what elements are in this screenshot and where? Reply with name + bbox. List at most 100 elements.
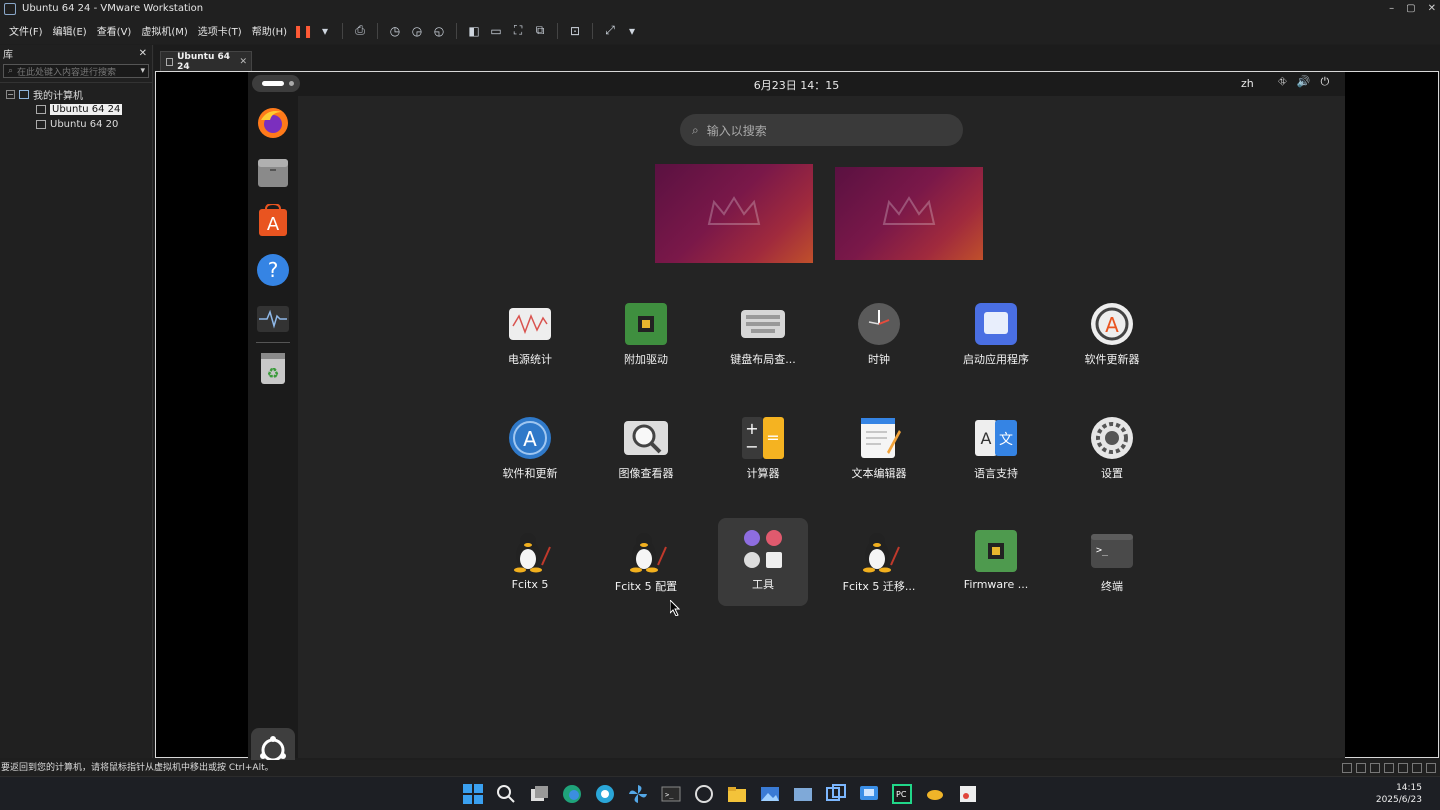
files-icon[interactable] <box>256 155 290 189</box>
snapshot-manager-icon[interactable]: ◵ <box>430 22 448 40</box>
windows-start-icon[interactable] <box>462 783 484 805</box>
snipping-tool-icon[interactable] <box>957 783 979 805</box>
menu-tabs[interactable]: 选项卡(T) <box>193 23 247 38</box>
unity-icon[interactable]: ⧉ <box>531 22 549 40</box>
app-language-support[interactable]: A文 语言支持 <box>951 407 1041 495</box>
taskbar-clock[interactable]: 14:15 2025/6/23 <box>1376 782 1422 806</box>
tab-ubuntu-64-24[interactable]: Ubuntu 64 24 ✕ <box>160 51 252 72</box>
system-monitor-icon[interactable] <box>256 302 290 336</box>
app-settings[interactable]: 设置 <box>1067 407 1157 495</box>
stretch-guest-icon[interactable]: ⤢ <box>601 22 619 40</box>
menu-vm[interactable]: 虚拟机(M) <box>136 23 192 38</box>
menu-help[interactable]: 帮助(H) <box>247 23 292 38</box>
vm-icon <box>36 105 46 114</box>
toolbar-divider <box>377 22 379 39</box>
system-tray[interactable]: ⛗ 🔊 ⏻ <box>1278 75 1329 89</box>
tab-label: Ubuntu 64 24 <box>177 52 231 72</box>
dock-separator <box>256 342 290 343</box>
collapse-icon[interactable]: − <box>6 90 15 99</box>
folder-icon[interactable] <box>792 783 814 805</box>
library-search-input[interactable]: ⌕ 在此处键入内容进行搜索 ▾ <box>3 64 149 78</box>
maximize-button[interactable]: ▢ <box>1406 0 1415 17</box>
chevron-down-icon[interactable]: ▾ <box>316 22 334 40</box>
app-terminal[interactable]: >_ 终端 <box>1067 520 1157 608</box>
date-time[interactable]: 6月23日 14：15 <box>248 77 1345 93</box>
trash-icon[interactable]: ♻ <box>256 351 290 385</box>
library-close-button[interactable]: ✕ <box>139 48 147 59</box>
app-label: 图像查看器 <box>618 467 674 480</box>
workspace-thumbnail[interactable] <box>655 164 813 263</box>
revert-snapshot-icon[interactable]: ◶ <box>408 22 426 40</box>
console-view-icon[interactable]: ⊡ <box>566 22 584 40</box>
app-image-viewer[interactable]: 图像查看器 <box>601 407 691 495</box>
network-icon: ⛗ <box>1278 75 1287 88</box>
bird-app-icon[interactable] <box>924 783 946 805</box>
window-titlebar: Ubuntu 64 24 - VMware Workstation – ▢ ✕ <box>0 0 1440 17</box>
app-folder-tools[interactable]: 工具 <box>718 518 808 606</box>
show-library-icon[interactable]: ◧ <box>465 22 483 40</box>
app-clock[interactable]: 时钟 <box>834 293 924 381</box>
app-search-input[interactable]: ⌕ 输入以搜索 <box>680 114 963 146</box>
app-fcitx5[interactable]: Fcitx 5 <box>485 520 575 608</box>
printer-icon[interactable] <box>1412 763 1422 773</box>
send-ctrl-alt-del-icon[interactable]: ⎙ <box>351 22 369 40</box>
app-firmware-updater[interactable]: Firmware ... <box>951 520 1041 608</box>
app-fcitx5-migrator[interactable]: Fcitx 5 迁移... <box>834 520 924 608</box>
firmware-chip-icon <box>975 530 1017 572</box>
vm-tab-strip: Ubuntu 64 24 ✕ <box>154 45 1440 72</box>
photos-icon[interactable] <box>759 783 781 805</box>
chevron-down-icon[interactable]: ▾ <box>140 66 145 76</box>
display-icon[interactable] <box>1426 763 1436 773</box>
browser-icon[interactable] <box>594 783 616 805</box>
app-text-editor[interactable]: 文本编辑器 <box>834 407 924 495</box>
fullscreen-icon[interactable]: ⛶ <box>509 22 527 40</box>
workspace-thumbnail[interactable] <box>835 167 983 260</box>
pycharm-icon[interactable]: PC <box>891 783 913 805</box>
menu-edit[interactable]: 编辑(E) <box>48 23 92 38</box>
vmware-taskbar-icon[interactable] <box>825 783 847 805</box>
app-software-properties[interactable]: A 软件和更新 <box>485 407 575 495</box>
power-statistics-icon <box>509 308 551 340</box>
close-button[interactable]: ✕ <box>1428 0 1436 17</box>
mouse-cursor-icon <box>670 600 680 616</box>
clock-icon <box>858 303 900 345</box>
remote-desktop-icon[interactable] <box>858 783 880 805</box>
app-calculator[interactable]: + − = 计算器 <box>718 407 808 495</box>
app-software-updater[interactable]: A 软件更新器 <box>1067 293 1157 381</box>
tree-item-vm[interactable]: Ubuntu 64 20 <box>6 117 152 132</box>
search-icon[interactable] <box>495 783 517 805</box>
firefox-icon[interactable] <box>256 106 290 140</box>
pause-vm-button[interactable]: ❚❚ <box>293 22 313 40</box>
app-startup-applications[interactable]: 启动应用程序 <box>951 293 1041 381</box>
tux-penguin-icon <box>514 533 551 573</box>
app-keyboard-layout[interactable]: 键盘布局查... <box>718 293 808 381</box>
cd-icon[interactable] <box>1356 763 1366 773</box>
menu-file[interactable]: 文件(F) <box>4 23 48 38</box>
tab-close-button[interactable]: ✕ <box>239 57 247 67</box>
tree-item-vm[interactable]: Ubuntu 64 24 <box>6 102 152 117</box>
openai-icon[interactable] <box>693 783 715 805</box>
sound-icon[interactable] <box>1398 763 1408 773</box>
file-explorer-icon[interactable] <box>726 783 748 805</box>
hdd-icon[interactable] <box>1342 763 1352 773</box>
app-additional-drivers[interactable]: 附加驱动 <box>601 293 691 381</box>
tree-root[interactable]: − 我的计算机 <box>6 87 152 102</box>
thumbnail-bar-icon[interactable]: ▭ <box>487 22 505 40</box>
usb-icon[interactable] <box>1384 763 1394 773</box>
tree-item-label: Ubuntu 64 24 <box>50 104 123 115</box>
chevron-down-icon[interactable]: ▾ <box>623 22 641 40</box>
app-pinwheel-icon[interactable] <box>627 783 649 805</box>
toolbar-divider <box>557 22 559 39</box>
minimize-button[interactable]: – <box>1389 0 1394 17</box>
app-power-statistics[interactable]: 电源统计 <box>485 293 575 381</box>
task-view-icon[interactable] <box>528 783 550 805</box>
edge-browser-icon[interactable] <box>561 783 583 805</box>
input-method-indicator[interactable]: zh <box>1241 77 1254 90</box>
menu-view[interactable]: 查看(V) <box>92 23 137 38</box>
snapshot-icon[interactable]: ◷ <box>386 22 404 40</box>
app-fcitx5-config[interactable]: Fcitx 5 配置 <box>601 520 691 608</box>
terminal-icon[interactable]: >_ <box>660 783 682 805</box>
app-center-icon[interactable]: A <box>256 204 290 238</box>
network-adapter-icon[interactable] <box>1370 763 1380 773</box>
help-icon[interactable]: ? <box>256 253 290 287</box>
